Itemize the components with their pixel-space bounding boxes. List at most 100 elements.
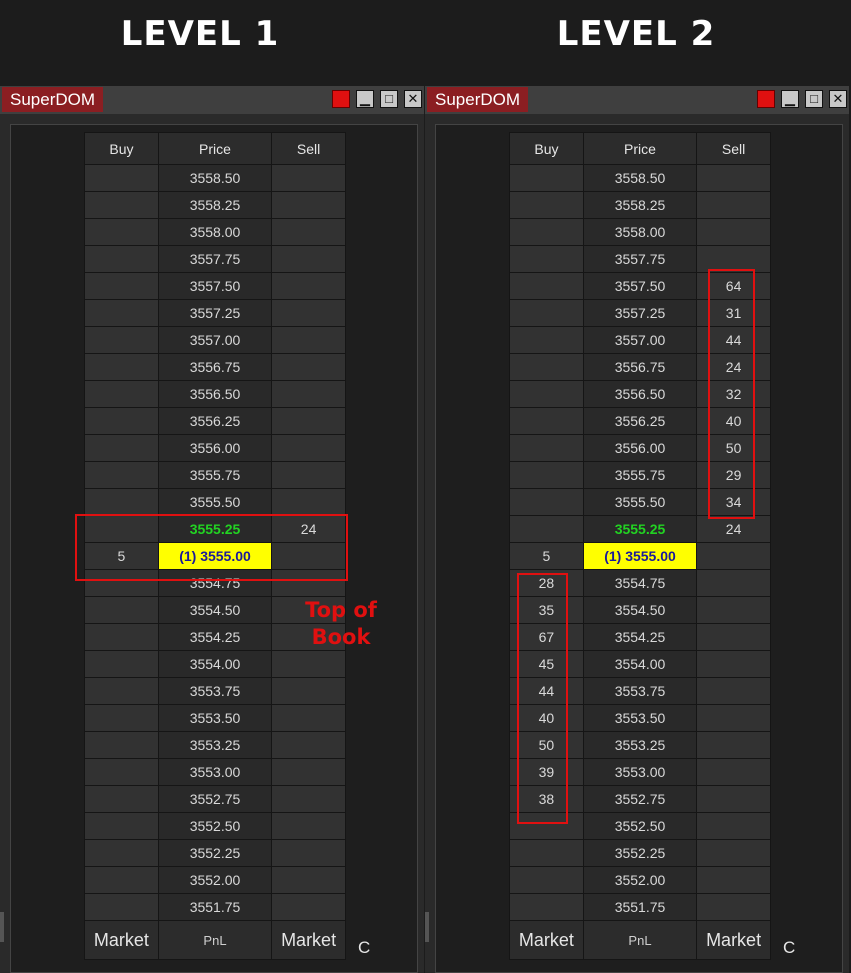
minimize-icon[interactable]: ▁ (356, 90, 374, 108)
sell-cell[interactable] (271, 785, 346, 813)
buy-cell[interactable] (84, 812, 159, 840)
buy-cell[interactable] (84, 407, 159, 435)
price-cell[interactable]: 3554.25 (582, 623, 698, 651)
buy-cell[interactable] (84, 731, 159, 759)
buy-cell[interactable] (84, 866, 159, 894)
sell-cell[interactable] (271, 326, 346, 354)
buy-cell[interactable] (509, 434, 584, 462)
price-cell[interactable]: 3557.25 (582, 299, 698, 327)
link-color-button[interactable] (332, 90, 350, 108)
window-title-tab[interactable]: SuperDOM (2, 87, 104, 112)
minimize-icon[interactable]: ▁ (781, 90, 799, 108)
price-cell[interactable]: 3557.50 (157, 272, 273, 300)
buy-cell[interactable] (84, 272, 159, 300)
sell-cell[interactable] (271, 758, 346, 786)
price-cell[interactable]: 3554.50 (582, 596, 698, 624)
price-cell[interactable]: 3558.00 (157, 218, 273, 246)
price-cell[interactable]: 3555.75 (582, 461, 698, 489)
sell-cell[interactable] (696, 623, 771, 651)
buy-cell[interactable] (84, 596, 159, 624)
price-cell[interactable]: 3552.75 (157, 785, 273, 813)
close-position-button[interactable]: C (783, 938, 795, 958)
price-cell[interactable]: 3552.50 (157, 812, 273, 840)
price-cell[interactable]: 3557.25 (157, 299, 273, 327)
buy-cell[interactable] (509, 839, 584, 867)
price-cell[interactable]: 3557.50 (582, 272, 698, 300)
price-cell[interactable]: 3557.75 (157, 245, 273, 273)
price-cell[interactable]: 3555.75 (157, 461, 273, 489)
sell-cell[interactable] (271, 731, 346, 759)
price-cell[interactable]: 3554.75 (582, 569, 698, 597)
sell-cell[interactable] (696, 191, 771, 219)
sell-cell[interactable] (271, 839, 346, 867)
sell-cell[interactable] (696, 569, 771, 597)
link-color-button[interactable] (757, 90, 775, 108)
sell-cell[interactable] (271, 245, 346, 273)
sell-cell[interactable] (696, 164, 771, 192)
sell-cell[interactable] (271, 677, 346, 705)
price-cell[interactable]: 3553.00 (582, 758, 698, 786)
sell-cell[interactable] (271, 461, 346, 489)
buy-cell[interactable] (509, 461, 584, 489)
buy-cell[interactable] (509, 245, 584, 273)
price-cell[interactable]: 3553.00 (157, 758, 273, 786)
price-cell[interactable]: 3552.50 (582, 812, 698, 840)
sell-cell[interactable] (271, 272, 346, 300)
price-cell[interactable]: 3553.75 (582, 677, 698, 705)
market-sell-button[interactable]: Market (696, 920, 771, 960)
sell-cell[interactable] (271, 812, 346, 840)
sell-cell[interactable] (271, 488, 346, 516)
buy-cell[interactable] (509, 380, 584, 408)
resize-handle[interactable] (425, 912, 429, 942)
sell-cell[interactable] (271, 353, 346, 381)
price-cell[interactable]: 3554.50 (157, 596, 273, 624)
price-cell[interactable]: 3558.50 (157, 164, 273, 192)
price-cell[interactable]: 3553.25 (582, 731, 698, 759)
buy-cell[interactable] (509, 164, 584, 192)
price-cell[interactable]: 3556.75 (157, 353, 273, 381)
buy-cell[interactable] (84, 623, 159, 651)
price-cell[interactable]: 3558.25 (582, 191, 698, 219)
sell-cell[interactable] (696, 704, 771, 732)
sell-cell[interactable] (271, 866, 346, 894)
price-cell[interactable]: 3555.50 (157, 488, 273, 516)
sell-cell[interactable]: 24 (696, 515, 771, 543)
buy-cell[interactable] (84, 758, 159, 786)
sell-cell[interactable] (271, 434, 346, 462)
price-cell[interactable]: 3558.50 (582, 164, 698, 192)
buy-cell[interactable] (509, 326, 584, 354)
sell-cell[interactable] (696, 758, 771, 786)
close-icon[interactable]: ✕ (829, 90, 847, 108)
buy-cell[interactable] (509, 488, 584, 516)
sell-cell[interactable] (696, 542, 771, 570)
price-cell[interactable]: 3552.00 (582, 866, 698, 894)
sell-cell[interactable] (271, 299, 346, 327)
buy-cell[interactable] (509, 299, 584, 327)
sell-cell[interactable] (271, 650, 346, 678)
buy-cell[interactable] (84, 434, 159, 462)
sell-cell[interactable] (696, 785, 771, 813)
buy-cell[interactable] (84, 191, 159, 219)
buy-cell[interactable] (84, 650, 159, 678)
buy-cell[interactable] (84, 677, 159, 705)
sell-cell[interactable] (696, 677, 771, 705)
price-cell[interactable]: 3553.50 (157, 704, 273, 732)
window-title-tab[interactable]: SuperDOM (427, 87, 529, 112)
price-cell[interactable]: 3558.25 (157, 191, 273, 219)
buy-cell[interactable] (84, 353, 159, 381)
sell-cell[interactable] (696, 839, 771, 867)
buy-cell[interactable] (509, 866, 584, 894)
pnl-display[interactable]: PnL (157, 920, 273, 960)
price-cell[interactable]: 3556.25 (157, 407, 273, 435)
buy-cell[interactable] (509, 218, 584, 246)
buy-cell[interactable] (84, 326, 159, 354)
sell-cell[interactable] (696, 893, 771, 921)
buy-cell[interactable] (84, 488, 159, 516)
buy-cell[interactable] (84, 704, 159, 732)
sell-cell[interactable] (696, 218, 771, 246)
price-cell[interactable]: 3554.25 (157, 623, 273, 651)
price-cell[interactable]: 3555.25 (582, 515, 698, 543)
buy-cell[interactable] (84, 164, 159, 192)
sell-cell[interactable] (271, 407, 346, 435)
price-cell[interactable]: 3553.75 (157, 677, 273, 705)
